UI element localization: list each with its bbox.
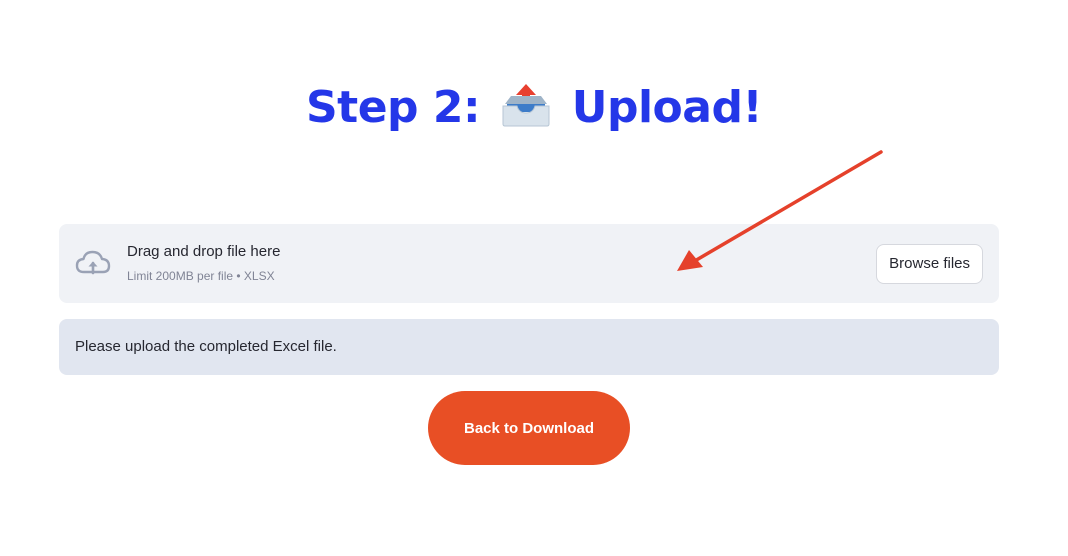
dropzone-text: Drag and drop file here Limit 200MB per … [127,242,280,284]
outbox-tray-icon [502,84,550,127]
upload-page: Step 2: Upload! Drag and drop file here … [0,0,1068,556]
dropzone-main-text: Drag and drop file here [127,243,281,260]
info-alert: Please upload the completed Excel file. [59,319,999,375]
title-prefix: Step 2: [305,82,495,133]
back-to-download-button[interactable]: Back to Download [428,391,630,465]
page-title: Step 2: Upload! [0,78,1068,138]
cloud-upload-icon [75,250,111,275]
dropzone-limit-text: Limit 200MB per file • XLSX [127,269,275,283]
title-suffix: Upload! [556,82,763,133]
file-dropzone[interactable]: Drag and drop file here Limit 200MB per … [59,224,999,303]
browse-files-button[interactable]: Browse files [876,244,983,284]
